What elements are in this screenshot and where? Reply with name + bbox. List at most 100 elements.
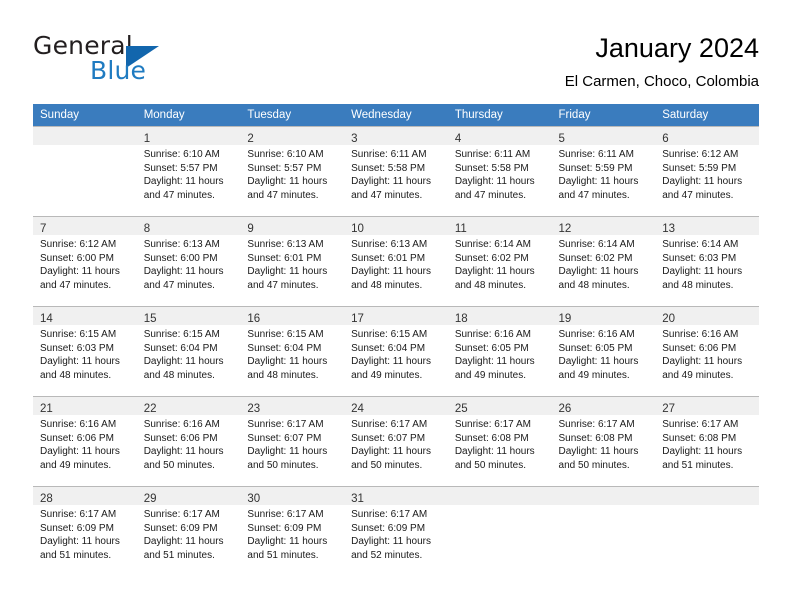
day-detail-list: Sunrise: 6:11 AM Sunset: 5:59 PM Daylight:… — [552, 145, 656, 202]
calendar-day-cell[interactable]: 2 Sunrise: 6:10 AM Sunset: 5:57 PM Daylight… — [240, 126, 345, 217]
calendar-day-cell[interactable]: 27 Sunrise: 6:17 AM Sunset: 6:08 PM Dayligh… — [655, 396, 759, 487]
daylight-text: Daylight: 11 hours — [143, 266, 224, 278]
sunset-text: Sunset: 6:00 PM — [40, 252, 114, 264]
calendar-day-cell[interactable]: 29 Sunrise: 6:17 AM Sunset: 6:09 PM Dayligh… — [136, 486, 241, 576]
day-number-band: 1 — [136, 127, 241, 145]
day-detail-list: Sunrise: 6:13 AM Sunset: 6:01 PM Daylight:… — [344, 235, 448, 292]
calendar-day-cell[interactable]: 8 Sunrise: 6:13 AM Sunset: 6:00 PM Daylight… — [136, 216, 241, 307]
weekday-header-thursday: Thursday — [447, 104, 552, 127]
sunset-text: Sunset: 6:09 PM — [40, 522, 114, 534]
daylight-text: Daylight: 11 hours — [662, 446, 743, 458]
day-number: 28 — [40, 493, 53, 505]
sunrise-text: Sunrise: 6:10 AM — [143, 149, 220, 160]
daylight-text-cont: and 47 minutes. — [351, 189, 423, 201]
sunrise-text: Sunrise: 6:15 AM — [351, 329, 428, 340]
day-detail-list — [448, 505, 552, 508]
calendar-day-cell[interactable]: 18 Sunrise: 6:16 AM Sunset: 6:05 PM Dayligh… — [447, 306, 552, 397]
day-number-band: 16 — [240, 307, 345, 325]
daylight-text-cont: and 51 minutes. — [662, 459, 734, 471]
day-detail-list: Sunrise: 6:10 AM Sunset: 5:57 PM Daylight:… — [240, 145, 344, 202]
calendar-day-cell[interactable]: 30 Sunrise: 6:17 AM Sunset: 6:09 PM Dayligh… — [240, 486, 345, 576]
daylight-text-cont: and 47 minutes. — [247, 279, 319, 291]
calendar-day-cell[interactable]: 5 Sunrise: 6:11 AM Sunset: 5:59 PM Daylight… — [551, 126, 656, 217]
sunrise-text: Sunrise: 6:12 AM — [40, 239, 117, 250]
daylight-text-cont: and 48 minutes. — [351, 279, 423, 291]
daylight-text: Daylight: 11 hours — [247, 176, 328, 188]
sunrise-text: Sunrise: 6:16 AM — [143, 419, 220, 430]
day-number-band: 24 — [344, 397, 448, 415]
daylight-text: Daylight: 11 hours — [454, 356, 535, 368]
day-number: 26 — [558, 403, 572, 415]
daylight-text-cont: and 52 minutes. — [351, 549, 423, 561]
calendar-week-row: 21 Sunrise: 6:16 AM Sunset: 6:06 PM Dayligh… — [33, 396, 759, 487]
sunset-text: Sunset: 5:59 PM — [558, 162, 633, 174]
day-detail-list — [552, 505, 656, 508]
sunset-text: Sunset: 6:03 PM — [662, 252, 737, 264]
sunset-text: Sunset: 6:01 PM — [351, 252, 426, 264]
calendar-day-cell[interactable]: 6 Sunrise: 6:12 AM Sunset: 5:59 PM Daylight… — [655, 126, 759, 217]
daylight-text: Daylight: 11 hours — [143, 356, 224, 368]
logo-text-blue: Blue — [90, 56, 147, 85]
day-detail-list: Sunrise: 6:15 AM Sunset: 6:04 PM Daylight:… — [137, 325, 241, 382]
daylight-text-cont: and 50 minutes. — [351, 459, 423, 471]
day-number: 15 — [143, 313, 157, 325]
sunset-text: Sunset: 6:06 PM — [40, 432, 114, 444]
day-number-band: 30 — [240, 487, 345, 505]
daylight-text-cont: and 48 minutes. — [247, 369, 319, 381]
day-number-band: 3 — [344, 127, 448, 145]
calendar-day-cell[interactable]: 20 Sunrise: 6:16 AM Sunset: 6:06 PM Dayligh… — [655, 306, 759, 397]
sunrise-text: Sunrise: 6:17 AM — [247, 419, 324, 430]
day-detail-list: Sunrise: 6:16 AM Sunset: 6:06 PM Daylight:… — [655, 325, 759, 382]
calendar-day-cell[interactable]: 7 Sunrise: 6:12 AM Sunset: 6:00 PM Daylight… — [33, 216, 137, 307]
calendar-day-cell[interactable]: 22 Sunrise: 6:16 AM Sunset: 6:06 PM Dayligh… — [136, 396, 241, 487]
day-detail-list — [33, 145, 137, 148]
sunset-text: Sunset: 6:06 PM — [143, 432, 218, 444]
daylight-text-cont: and 47 minutes. — [247, 189, 319, 201]
daylight-text-cont: and 47 minutes. — [40, 279, 112, 291]
day-detail-list: Sunrise: 6:10 AM Sunset: 5:57 PM Daylight:… — [137, 145, 241, 202]
calendar-day-cell[interactable]: 14 Sunrise: 6:15 AM Sunset: 6:03 PM Dayligh… — [33, 306, 137, 397]
day-number-band: 5 — [551, 127, 656, 145]
day-number-band: 7 — [33, 217, 137, 235]
day-number: 5 — [558, 133, 565, 145]
weekday-headers: Sunday Monday Tuesday Wednesday Thursday Frid… — [33, 104, 759, 127]
calendar-day-cell[interactable]: 9 Sunrise: 6:13 AM Sunset: 6:01 PM Daylight… — [240, 216, 345, 307]
daylight-text: Daylight: 11 hours — [143, 176, 224, 188]
calendar-day-cell[interactable]: 19 Sunrise: 6:16 AM Sunset: 6:05 PM Dayligh… — [551, 306, 656, 397]
daylight-text: Daylight: 11 hours — [558, 176, 639, 188]
day-detail-list: Sunrise: 6:14 AM Sunset: 6:02 PM Daylight:… — [448, 235, 552, 292]
calendar-day-cell[interactable]: 3 Sunrise: 6:11 AM Sunset: 5:58 PM Daylight… — [344, 126, 448, 217]
calendar-page: General Blue January 2024 El Carmen, Cho… — [0, 0, 792, 612]
daylight-text-cont: and 49 minutes. — [558, 369, 630, 381]
sunset-text: Sunset: 6:08 PM — [454, 432, 529, 444]
calendar-day-cell[interactable]: 31 Sunrise: 6:17 AM Sunset: 6:09 PM Dayligh… — [344, 486, 448, 576]
day-number-band — [551, 487, 656, 505]
calendar-day-cell[interactable]: 1 Sunrise: 6:10 AM Sunset: 5:57 PM Daylight… — [136, 126, 241, 217]
calendar-day-cell[interactable]: 15 Sunrise: 6:15 AM Sunset: 6:04 PM Dayligh… — [136, 306, 241, 397]
calendar-day-cell[interactable]: 28 Sunrise: 6:17 AM Sunset: 6:09 PM Dayligh… — [33, 486, 137, 576]
daylight-text: Daylight: 11 hours — [351, 536, 431, 548]
calendar-day-cell[interactable]: 12 Sunrise: 6:14 AM Sunset: 6:02 PM Dayligh… — [551, 216, 656, 307]
calendar-day-cell[interactable]: 21 Sunrise: 6:16 AM Sunset: 6:06 PM Dayligh… — [33, 396, 137, 487]
day-detail-list: Sunrise: 6:15 AM Sunset: 6:04 PM Daylight:… — [240, 325, 344, 382]
calendar-day-cell[interactable]: 13 Sunrise: 6:14 AM Sunset: 6:03 PM Dayligh… — [655, 216, 759, 307]
calendar-day-cell[interactable]: 24 Sunrise: 6:17 AM Sunset: 6:07 PM Dayligh… — [344, 396, 448, 487]
daylight-text-cont: and 48 minutes. — [454, 279, 526, 291]
calendar-day-cell[interactable]: 16 Sunrise: 6:15 AM Sunset: 6:04 PM Dayligh… — [240, 306, 345, 397]
day-number-band: 25 — [447, 397, 552, 415]
calendar-day-cell[interactable]: 4 Sunrise: 6:11 AM Sunset: 5:58 PM Daylight… — [447, 126, 552, 217]
general-blue-logo[interactable]: General Blue — [33, 31, 293, 93]
day-detail-list: Sunrise: 6:17 AM Sunset: 6:09 PM Daylight:… — [137, 505, 241, 562]
calendar-day-cell[interactable]: 17 Sunrise: 6:15 AM Sunset: 6:04 PM Dayligh… — [344, 306, 448, 397]
sunset-text: Sunset: 5:57 PM — [247, 162, 322, 174]
sunset-text: Sunset: 5:58 PM — [454, 162, 529, 174]
calendar-cell-empty — [551, 486, 656, 576]
calendar-day-cell[interactable]: 25 Sunrise: 6:17 AM Sunset: 6:08 PM Dayligh… — [447, 396, 552, 487]
daylight-text: Daylight: 11 hours — [40, 536, 120, 548]
calendar-day-cell[interactable]: 26 Sunrise: 6:17 AM Sunset: 6:08 PM Dayligh… — [551, 396, 656, 487]
calendar-day-cell[interactable]: 11 Sunrise: 6:14 AM Sunset: 6:02 PM Dayligh… — [447, 216, 552, 307]
daylight-text: Daylight: 11 hours — [40, 446, 120, 458]
daylight-text: Daylight: 11 hours — [662, 176, 743, 188]
calendar-day-cell[interactable]: 10 Sunrise: 6:13 AM Sunset: 6:01 PM Dayligh… — [344, 216, 448, 307]
calendar-day-cell[interactable]: 23 Sunrise: 6:17 AM Sunset: 6:07 PM Dayligh… — [240, 396, 345, 487]
